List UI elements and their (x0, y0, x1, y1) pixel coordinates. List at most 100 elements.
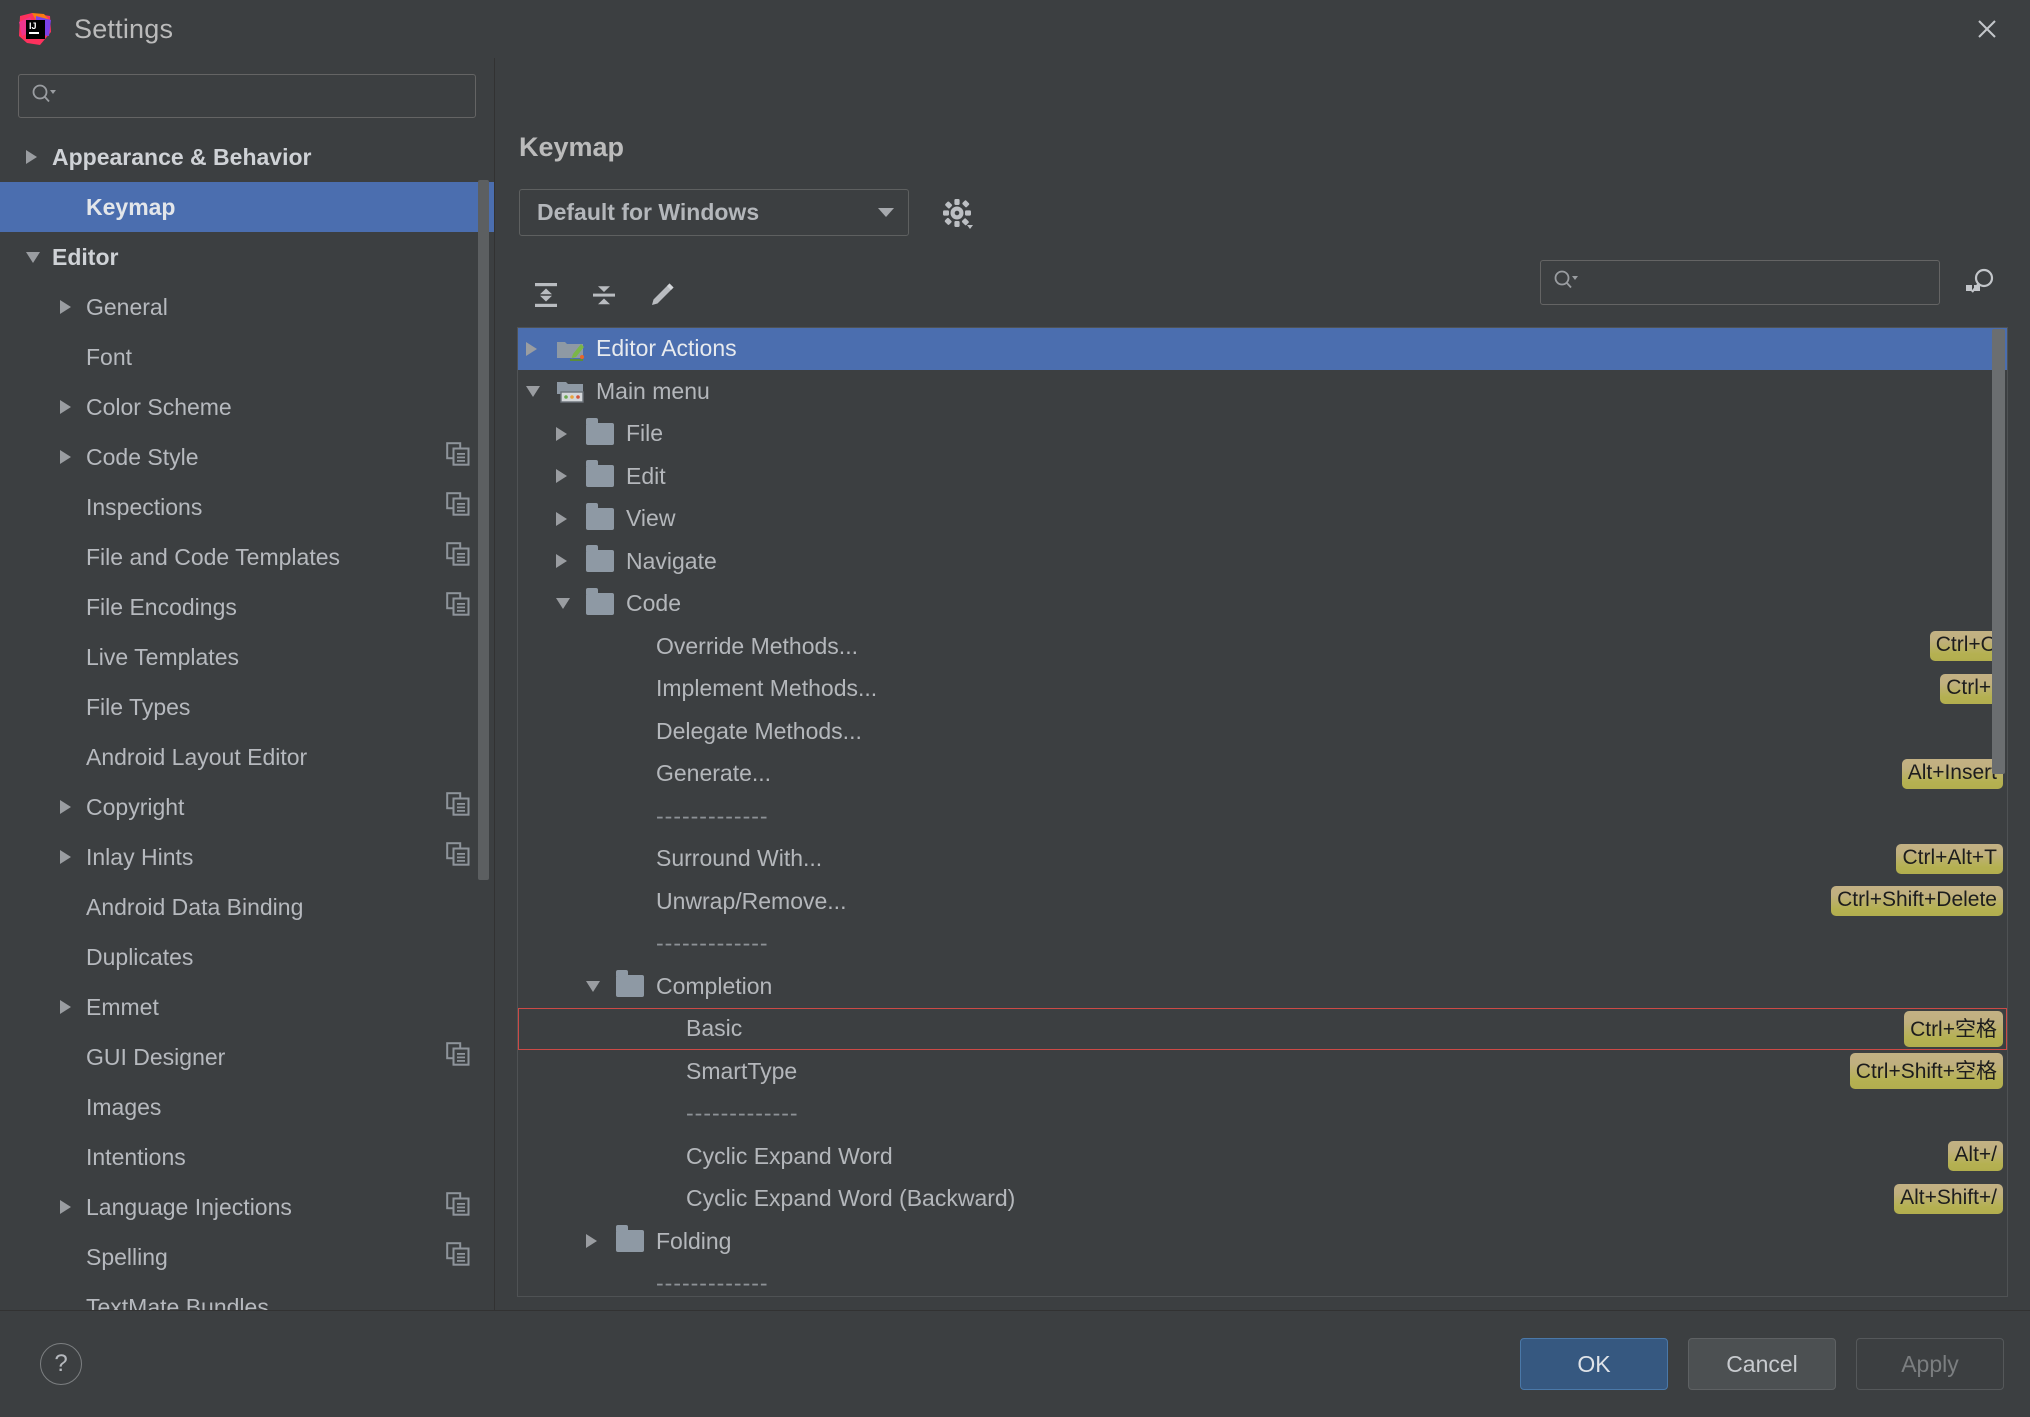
keymap-tree-row-completion[interactable]: Completion (518, 965, 2007, 1008)
keymap-tree-row-main-menu[interactable]: Main menu (518, 370, 2007, 413)
chevron-right-icon[interactable] (556, 554, 586, 568)
keymap-select[interactable]: Default for Windows (519, 189, 909, 236)
keymap-tree-row-basic[interactable]: BasicCtrl+空格 (518, 1008, 2007, 1051)
sidebar-item-label: Images (86, 1094, 161, 1121)
editor-actions-icon (556, 336, 590, 362)
keymap-tree-row-editor-actions[interactable]: Editor Actions (518, 328, 2007, 371)
copy-settings-icon[interactable] (446, 442, 470, 472)
close-icon[interactable] (1944, 0, 2030, 58)
sidebar-scrollbar[interactable] (478, 180, 489, 880)
keymap-tree-row-code[interactable]: Code (518, 583, 2007, 626)
sidebar-item-inlay-hints[interactable]: Inlay Hints (0, 832, 494, 882)
chevron-down-icon[interactable] (586, 981, 616, 992)
keymap-tree-row-generate[interactable]: Generate...Alt+Insert (518, 753, 2007, 796)
keymap-search-box[interactable] (1540, 260, 1940, 305)
sidebar-item-language-injections[interactable]: Language Injections (0, 1182, 494, 1232)
sidebar-item-editor[interactable]: Editor (0, 232, 494, 282)
chevron-right-icon[interactable] (556, 512, 586, 526)
sidebar-item-copyright[interactable]: Copyright (0, 782, 494, 832)
sidebar-item-android-layout-editor[interactable]: Android Layout Editor (0, 732, 494, 782)
chevron-right-icon[interactable] (60, 450, 86, 464)
sidebar-item-code-style[interactable]: Code Style (0, 432, 494, 482)
sidebar-item-label: Intentions (86, 1144, 186, 1171)
copy-settings-icon[interactable] (446, 1242, 470, 1272)
keymap-tree-row-delegate-methods[interactable]: Delegate Methods... (518, 710, 2007, 753)
copy-settings-icon[interactable] (446, 792, 470, 822)
keymap-tree-row-override-methods[interactable]: Override Methods...Ctrl+O (518, 625, 2007, 668)
chevron-right-icon[interactable] (60, 300, 86, 314)
chevron-down-icon[interactable] (26, 252, 52, 263)
sidebar-item-live-templates[interactable]: Live Templates (0, 632, 494, 682)
sidebar-search-input[interactable] (63, 85, 463, 107)
sidebar-item-spelling[interactable]: Spelling (0, 1232, 494, 1282)
folder-icon (586, 508, 620, 530)
sidebar-search-wrap (0, 58, 494, 132)
chevron-right-icon[interactable] (60, 400, 86, 414)
copy-settings-icon[interactable] (446, 1192, 470, 1222)
copy-settings-icon[interactable] (446, 542, 470, 572)
gear-icon[interactable] (935, 191, 979, 235)
keymap-tree-row-separator[interactable]: ------------- (518, 1263, 2007, 1297)
keymap-tree-row-separator[interactable]: ------------- (518, 795, 2007, 838)
chevron-right-icon[interactable] (60, 1000, 86, 1014)
find-by-shortcut-icon[interactable] (1958, 261, 2002, 305)
chevron-down-icon[interactable] (556, 598, 586, 609)
chevron-right-icon[interactable] (60, 850, 86, 864)
sidebar-item-color-scheme[interactable]: Color Scheme (0, 382, 494, 432)
keymap-tree-row-navigate[interactable]: Navigate (518, 540, 2007, 583)
copy-settings-icon[interactable] (446, 592, 470, 622)
chevron-right-icon[interactable] (586, 1234, 616, 1248)
keymap-tree-row-surround-with[interactable]: Surround With...Ctrl+Alt+T (518, 838, 2007, 881)
cancel-button[interactable]: Cancel (1688, 1338, 1836, 1390)
sidebar-item-file-and-code-templates[interactable]: File and Code Templates (0, 532, 494, 582)
keymap-tree-row-cyclic-expand-word[interactable]: Cyclic Expand WordAlt+/ (518, 1135, 2007, 1178)
keymap-tree-row-implement-methods[interactable]: Implement Methods...Ctrl+I (518, 668, 2007, 711)
copy-settings-icon[interactable] (446, 842, 470, 872)
chevron-right-icon[interactable] (556, 427, 586, 441)
keymap-tree-row-separator[interactable]: ------------- (518, 1093, 2007, 1136)
edit-pencil-icon[interactable] (635, 268, 689, 322)
keymap-tree-row-cyclic-expand-word-backward[interactable]: Cyclic Expand Word (Backward)Alt+Shift+/ (518, 1178, 2007, 1221)
sidebar-item-general[interactable]: General (0, 282, 494, 332)
sidebar-item-gui-designer[interactable]: GUI Designer (0, 1032, 494, 1082)
sidebar-item-duplicates[interactable]: Duplicates (0, 932, 494, 982)
keymap-search-input[interactable] (1585, 272, 1927, 293)
sidebar-item-appearance-behavior[interactable]: Appearance & Behavior (0, 132, 494, 182)
sidebar-item-file-encodings[interactable]: File Encodings (0, 582, 494, 632)
keymap-tree-row-separator[interactable]: ------------- (518, 923, 2007, 966)
sidebar-item-font[interactable]: Font (0, 332, 494, 382)
intellij-idea-icon: IJ (18, 12, 52, 46)
chevron-down-icon[interactable] (526, 386, 556, 397)
sidebar-item-images[interactable]: Images (0, 1082, 494, 1132)
sidebar-item-inspections[interactable]: Inspections (0, 482, 494, 532)
chevron-right-icon[interactable] (526, 342, 556, 356)
ok-button[interactable]: OK (1520, 1338, 1668, 1390)
main-menu-icon (556, 378, 590, 404)
keymap-tree-row-unwrap-remove[interactable]: Unwrap/Remove...Ctrl+Shift+Delete (518, 880, 2007, 923)
sidebar-item-emmet[interactable]: Emmet (0, 982, 494, 1032)
sidebar-item-textmate-bundles[interactable]: TextMate Bundles (0, 1282, 494, 1310)
chevron-right-icon[interactable] (60, 800, 86, 814)
sidebar-item-intentions[interactable]: Intentions (0, 1132, 494, 1182)
copy-settings-icon[interactable] (446, 492, 470, 522)
keymap-tree-row-view[interactable]: View (518, 498, 2007, 541)
keymap-row-label: Code (626, 590, 681, 617)
copy-settings-icon[interactable] (446, 1042, 470, 1072)
chevron-right-icon[interactable] (26, 150, 52, 164)
chevron-right-icon[interactable] (556, 469, 586, 483)
sidebar-item-keymap[interactable]: Keymap (0, 182, 494, 232)
chevron-right-icon[interactable] (60, 1200, 86, 1214)
apply-button[interactable]: Apply (1856, 1338, 2004, 1390)
sidebar-search-box[interactable] (18, 74, 476, 118)
sidebar-item-android-data-binding[interactable]: Android Data Binding (0, 882, 494, 932)
keymap-tree-row-folding[interactable]: Folding (518, 1220, 2007, 1263)
keymap-tree-row-edit[interactable]: Edit (518, 455, 2007, 498)
help-button[interactable]: ? (40, 1343, 82, 1385)
keymap-tree-row-file[interactable]: File (518, 413, 2007, 456)
sidebar-item-file-types[interactable]: File Types (0, 682, 494, 732)
keymap-tree-scrollbar[interactable] (1992, 329, 2005, 774)
collapse-all-icon[interactable] (577, 268, 631, 322)
expand-all-icon[interactable] (519, 268, 573, 322)
keymap-tree-row-smarttype[interactable]: SmartTypeCtrl+Shift+空格 (518, 1050, 2007, 1093)
dialog-body: Appearance & BehaviorKeymapEditorGeneral… (0, 58, 2030, 1310)
